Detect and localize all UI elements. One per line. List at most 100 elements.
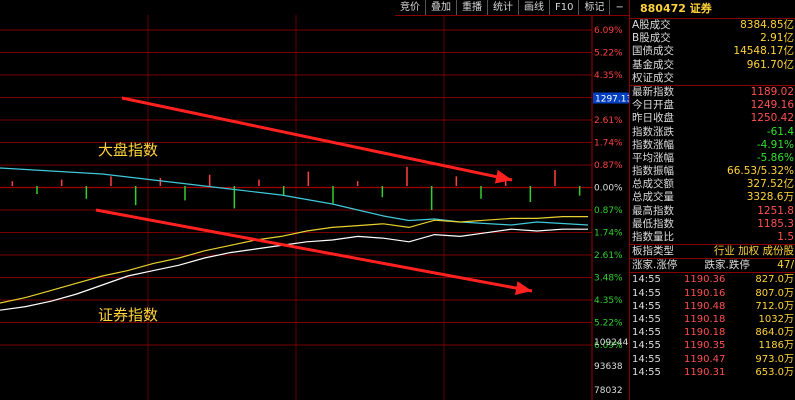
index-stat-row: 昨日收盘 1250.42 bbox=[630, 112, 795, 125]
index-stat-row-value: 1185.3 bbox=[757, 217, 794, 230]
index-stat-row-label: 总成交额 bbox=[632, 178, 674, 191]
y-tick-label: 1.74% bbox=[594, 229, 623, 239]
toolbar-draw-button[interactable]: 画线 bbox=[519, 0, 550, 15]
index-stat-row: 今日开盘 1249.16 bbox=[630, 99, 795, 112]
trade-list[interactable]: 14:55 1190.36 827.0万 14:55 1190.16 807.0万 14:5… bbox=[630, 273, 795, 379]
trade-time: 14:55 bbox=[632, 300, 661, 312]
market-stats: A股成交 8384.85亿 B股成交 2.91亿 国债成交 14548.17亿 基金成交 96… bbox=[630, 19, 795, 86]
toolbar-overlay-button[interactable]: 叠加 bbox=[426, 0, 457, 15]
trade-price: 1190.47 bbox=[684, 353, 726, 365]
trade-volume: 864.0万 bbox=[755, 327, 794, 339]
market-stat-row-label: 基金成交 bbox=[632, 58, 674, 71]
index-stat-row-value: -4.91% bbox=[756, 138, 794, 151]
index-stat-row: 最新指数 1189.02 bbox=[630, 86, 795, 99]
trade-header: 涨家.涨停 跌家.跌停 47/ bbox=[630, 259, 795, 274]
y-tick-label: 0.87% bbox=[594, 161, 623, 171]
index-stat-row-label: 最低指数 bbox=[632, 217, 674, 230]
trade-volume: 973.0万 bbox=[755, 353, 794, 365]
value-label: 1297.13 bbox=[595, 95, 629, 105]
toolbar-stats-button[interactable]: 统计 bbox=[488, 0, 519, 15]
market-stat-row-label: B股成交 bbox=[632, 32, 671, 45]
volume-tick-label: 78032 bbox=[594, 386, 623, 396]
minimize-icon[interactable]: − bbox=[610, 0, 630, 15]
index-stat-row-value: 1249.16 bbox=[750, 99, 794, 112]
board-type-label: 板指类型 bbox=[632, 245, 674, 258]
trade-time: 14:55 bbox=[632, 353, 661, 365]
trade-volume: 827.0万 bbox=[755, 274, 794, 286]
index-stat-row: 最低指数 1185.3 bbox=[630, 218, 795, 231]
trade-row: 14:55 1190.36 827.0万 bbox=[630, 273, 795, 286]
trade-time: 14:55 bbox=[632, 340, 661, 352]
index-stat-row-value: 1251.8 bbox=[757, 204, 794, 217]
y-tick-label: 2.61% bbox=[594, 116, 623, 126]
y-tick-label: 0.87% bbox=[594, 206, 623, 216]
intraday-chart: 6.09% 5.22% 4.35% 3.48% 2.61% 1.74% 0.87% 0.00%… bbox=[0, 15, 629, 400]
y-tick-label: 1.74% bbox=[594, 139, 623, 149]
trade-volume: 1032万 bbox=[758, 313, 794, 325]
y-tick-label: 5.22% bbox=[594, 319, 623, 329]
panel-code-title: 880472 证券 bbox=[630, 0, 795, 19]
trade-price: 1190.18 bbox=[684, 327, 726, 339]
index-stat-row-label: 总成交量 bbox=[632, 191, 674, 204]
trade-header-count: 47/ bbox=[777, 259, 794, 272]
trade-time: 14:55 bbox=[632, 274, 661, 286]
index-stats: 最新指数 1189.02 今日开盘 1249.16 昨日收盘 1250.42 指数涨跌 -61… bbox=[630, 86, 795, 246]
trade-row: 14:55 1190.47 973.0万 bbox=[630, 353, 795, 366]
trade-row: 14:55 1190.18 1032万 bbox=[630, 313, 795, 326]
toolbar-f10-button[interactable]: F10 bbox=[550, 0, 580, 15]
quote-panel: 880472 证券 A股成交 8384.85亿 B股成交 2.91亿 国债成交 14548… bbox=[629, 0, 795, 400]
market-stat-row: A股成交 8384.85亿 bbox=[630, 19, 795, 32]
securities-index-line bbox=[0, 228, 588, 311]
trade-price: 1190.35 bbox=[684, 340, 726, 352]
trade-header-down: 跌家.跌停 bbox=[704, 259, 750, 272]
index-stat-row: 指数振幅 66.53/5.32% bbox=[630, 165, 795, 178]
trade-row: 14:55 1190.31 653.0万 bbox=[630, 366, 795, 379]
index-stat-row: 最高指数 1251.8 bbox=[630, 205, 795, 218]
toolbar: 竞价 叠加 重播 统计 画线 F10 标记 − ⊟ bbox=[395, 0, 650, 16]
market-stat-row-label: A股成交 bbox=[632, 19, 671, 31]
trade-price: 1190.18 bbox=[684, 313, 726, 325]
y-tick-label: 4.35% bbox=[594, 296, 623, 306]
index-stat-row-value: 66.53/5.32% bbox=[727, 165, 794, 178]
y-tick-label: 6.09% bbox=[594, 26, 623, 36]
volume-tick-label: 93638 bbox=[594, 362, 623, 372]
index-stat-row-label: 指数涨跌 bbox=[632, 125, 674, 138]
y-tick-label: 3.48% bbox=[594, 274, 623, 284]
y-tick-label: 2.61% bbox=[594, 251, 623, 261]
trade-price: 1190.48 bbox=[684, 300, 726, 312]
index-stat-row: 指数涨跌 -61.4 bbox=[630, 126, 795, 139]
trade-volume: 653.0万 bbox=[755, 366, 794, 378]
trade-volume: 712.0万 bbox=[755, 300, 794, 312]
market-stat-row: 国债成交 14548.17亿 bbox=[630, 45, 795, 58]
market-trend-arrow-shaft bbox=[121, 96, 513, 182]
market-index-annotation: 大盘指数 bbox=[98, 141, 158, 159]
index-stat-row-label: 指数量比 bbox=[632, 231, 674, 243]
market-stat-row-value: 2.91亿 bbox=[760, 32, 794, 45]
index-stat-row-value: 1189.02 bbox=[750, 85, 794, 98]
trade-row: 14:55 1190.16 807.0万 bbox=[630, 287, 795, 300]
y-tick-label: 5.22% bbox=[594, 49, 623, 59]
toolbar-replay-button[interactable]: 重播 bbox=[457, 0, 488, 15]
index-stat-row-value: 327.52亿 bbox=[746, 178, 794, 191]
securities-index-annotation: 证券指数 bbox=[98, 306, 158, 324]
market-stat-row-value: 8384.85亿 bbox=[740, 19, 794, 31]
trade-time: 14:55 bbox=[632, 327, 661, 339]
index-stat-row-label: 平均涨幅 bbox=[632, 151, 674, 164]
index-stat-row-value: -5.86% bbox=[756, 151, 794, 164]
index-stat-row-label: 指数涨幅 bbox=[632, 138, 674, 151]
index-stat-row-label: 今日开盘 bbox=[632, 99, 674, 112]
index-stat-row-label: 最新指数 bbox=[632, 85, 674, 98]
index-stat-row-value: 1250.42 bbox=[750, 112, 794, 125]
market-stat-row: 权证成交 bbox=[630, 72, 795, 85]
index-stat-row-value: 1.5 bbox=[777, 231, 794, 243]
index-stat-row-value: -61.4 bbox=[766, 125, 794, 138]
market-stat-row-label: 国债成交 bbox=[632, 45, 674, 58]
toolbar-bid-button[interactable]: 竞价 bbox=[395, 0, 426, 15]
index-stat-row: 指数涨幅 -4.91% bbox=[630, 139, 795, 152]
toolbar-mark-button[interactable]: 标记 bbox=[579, 0, 611, 15]
volume-tick-label: 109244 bbox=[594, 338, 629, 348]
trade-time: 14:55 bbox=[632, 313, 661, 325]
index-stat-row: 总成交额 327.52亿 bbox=[630, 178, 795, 191]
market-stat-row: B股成交 2.91亿 bbox=[630, 32, 795, 45]
securities-trend-arrow-head bbox=[514, 281, 532, 295]
